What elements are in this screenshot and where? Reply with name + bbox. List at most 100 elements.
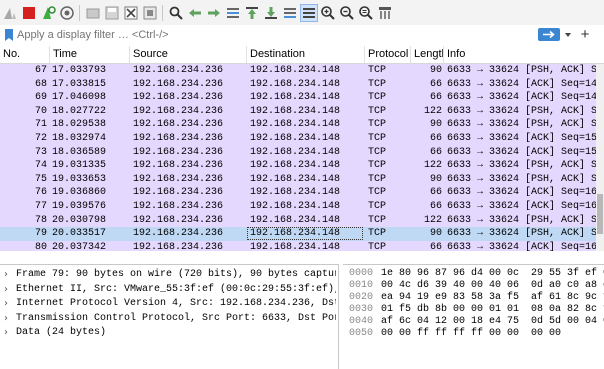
column-header-protocol[interactable]: Protocol — [365, 46, 411, 63]
cell-protocol: TCP — [368, 78, 387, 90]
packet-list: No. Time Source Destination Protocol Len… — [0, 46, 604, 251]
table-row[interactable]: 70 18.027722 192.168.234.236 192.168.234.14… — [0, 104, 604, 119]
chevron-right-icon[interactable]: › — [4, 297, 12, 311]
hex-offset: 0010 — [349, 280, 374, 291]
cell-destination: 192.168.234.148 — [250, 200, 341, 212]
cell-source: 192.168.234.236 — [133, 160, 224, 172]
cell-no: 72 — [34, 132, 47, 144]
resize-columns-icon[interactable] — [376, 4, 394, 22]
hex-offset: 0030 — [349, 304, 374, 315]
open-file-icon[interactable] — [84, 4, 102, 22]
cell-length: 122 — [423, 105, 442, 117]
cell-length: 90 — [429, 228, 442, 240]
cell-length: 66 — [429, 132, 442, 144]
hex-bytes: 01 f5 db 8b 00 00 01 01 08 0a 82 8c f3 — [381, 304, 604, 315]
cell-source: 192.168.234.236 — [133, 200, 224, 212]
tree-item[interactable]: › Data (24 bytes) — [0, 326, 336, 340]
capture-options-icon[interactable] — [58, 4, 76, 22]
main-toolbar — [0, 0, 604, 26]
cell-length: 66 — [429, 187, 442, 199]
cell-destination: 192.168.234.148 — [250, 132, 341, 144]
tree-item-label: Ethernet II, Src: VMware_55:3f:ef (00:0c… — [16, 283, 336, 295]
tree-item[interactable]: › Transmission Control Protocol, Src Port… — [0, 312, 336, 326]
shark-fin-icon[interactable] — [1, 4, 19, 22]
column-header-length[interactable]: Length — [411, 46, 444, 63]
table-row[interactable]: 77 19.039576 192.168.234.236 192.168.234.14… — [0, 199, 604, 214]
reload-icon[interactable] — [141, 4, 159, 22]
cell-protocol: TCP — [368, 119, 387, 131]
cell-length: 66 — [429, 200, 442, 212]
forward-icon[interactable] — [205, 4, 223, 22]
cell-info: 6633 → 33624 [PSH, ACK] Se — [447, 105, 596, 117]
column-header-no[interactable]: No. — [0, 46, 50, 63]
table-row[interactable]: 79 20.033517 192.168.234.236 192.168.234.14… — [0, 227, 604, 241]
chevron-down-icon[interactable] — [563, 29, 573, 41]
packet-list-scrollbar[interactable] — [596, 64, 604, 251]
scrollbar-thumb[interactable] — [597, 194, 603, 234]
first-packet-icon[interactable] — [243, 4, 261, 22]
apply-filter-button[interactable] — [538, 28, 560, 41]
zoom-reset-icon[interactable] — [357, 4, 375, 22]
cell-length: 66 — [429, 92, 442, 104]
cell-length: 66 — [429, 146, 442, 158]
cell-destination: 192.168.234.148 — [250, 241, 341, 251]
cell-info: 6633 → 33624 [ACK] Seq=15 — [447, 132, 596, 144]
display-filter-input[interactable] — [17, 27, 527, 42]
cell-info: 6633 → 33624 [PSH, ACK] Se — [447, 214, 596, 226]
tree-item-label: Frame 79: 90 bytes on wire (720 bits), 9… — [16, 269, 336, 280]
pane-splitter[interactable] — [0, 251, 604, 264]
cell-length: 122 — [423, 214, 442, 226]
focus-outline — [247, 227, 363, 241]
save-file-icon[interactable] — [103, 4, 121, 22]
hex-bytes: ea 94 19 e9 83 58 3a f5 af 61 8c 9c f8 — [381, 292, 604, 303]
column-header-time[interactable]: Time — [50, 46, 130, 63]
table-row[interactable]: 67 17.033793 192.168.234.236 192.168.234.14… — [0, 64, 604, 78]
cell-no: 67 — [34, 65, 47, 76]
tree-item[interactable]: › Internet Protocol Version 4, Src: 192.1… — [0, 297, 336, 311]
go-to-packet-icon[interactable] — [224, 4, 242, 22]
add-filter-button[interactable]: + — [578, 26, 592, 44]
zoom-out-icon[interactable] — [338, 4, 356, 22]
table-row[interactable]: 71 18.029538 192.168.234.236 192.168.234.14… — [0, 118, 604, 132]
bookmark-icon[interactable] — [4, 28, 14, 42]
tree-item-label: Internet Protocol Version 4, Src: 192.16… — [16, 298, 336, 309]
cell-protocol: TCP — [368, 214, 387, 226]
close-file-icon[interactable] — [122, 4, 140, 22]
restart-icon[interactable] — [39, 4, 57, 22]
back-icon[interactable] — [186, 4, 204, 22]
table-row[interactable]: 76 19.036860 192.168.234.236 192.168.234.14… — [0, 186, 604, 200]
cell-protocol: TCP — [368, 92, 387, 104]
cell-destination: 192.168.234.148 — [250, 146, 341, 158]
cell-protocol: TCP — [368, 200, 387, 212]
auto-scroll-icon[interactable] — [281, 4, 299, 22]
table-row[interactable]: 69 17.046098 192.168.234.236 192.168.234.14… — [0, 91, 604, 105]
find-icon[interactable] — [167, 4, 185, 22]
table-row[interactable]: 78 20.030798 192.168.234.236 192.168.234.14… — [0, 213, 604, 228]
chevron-right-icon[interactable]: › — [4, 268, 12, 282]
table-row[interactable]: 68 17.033815 192.168.234.236 192.168.234.14… — [0, 77, 604, 92]
zoom-in-icon[interactable] — [319, 4, 337, 22]
chevron-right-icon[interactable]: › — [4, 283, 12, 297]
chevron-right-icon[interactable]: › — [4, 326, 12, 340]
table-row[interactable]: 72 18.032974 192.168.234.236 192.168.234.14… — [0, 131, 604, 146]
column-header-info[interactable]: Info — [444, 46, 604, 63]
cell-protocol: TCP — [368, 65, 387, 76]
tree-item[interactable]: › Frame 79: 90 bytes on wire (720 bits), … — [0, 268, 336, 282]
hex-offset: 0000 — [349, 268, 374, 279]
tree-item[interactable]: › Ethernet II, Src: VMware_55:3f:ef (00:0… — [0, 283, 336, 297]
last-packet-icon[interactable] — [262, 4, 280, 22]
table-row[interactable]: 73 18.036589 192.168.234.236 192.168.234.14… — [0, 145, 604, 160]
cell-time: 18.036589 — [52, 146, 107, 158]
table-row[interactable]: 80 20.037342 192.168.234.236 192.168.234.14… — [0, 240, 604, 251]
cell-time: 17.033815 — [52, 78, 107, 90]
chevron-right-icon[interactable]: › — [4, 312, 12, 326]
column-header-source[interactable]: Source — [130, 46, 247, 63]
hex-bytes: 1e 80 96 87 96 d4 00 0c 29 55 3f ef 08 — [381, 268, 604, 279]
stop-icon[interactable] — [20, 4, 38, 22]
table-row[interactable]: 74 19.031335 192.168.234.236 192.168.234.14… — [0, 159, 604, 173]
packet-details-pane: › Frame 79: 90 bytes on wire (720 bits), … — [0, 264, 339, 369]
column-header-destination[interactable]: Destination — [247, 46, 365, 63]
table-row[interactable]: 75 19.033653 192.168.234.236 192.168.234.14… — [0, 172, 604, 187]
colorize-icon[interactable] — [300, 3, 318, 22]
hex-bytes: 00 00 ff ff ff ff 00 00 00 00 — [381, 328, 562, 339]
